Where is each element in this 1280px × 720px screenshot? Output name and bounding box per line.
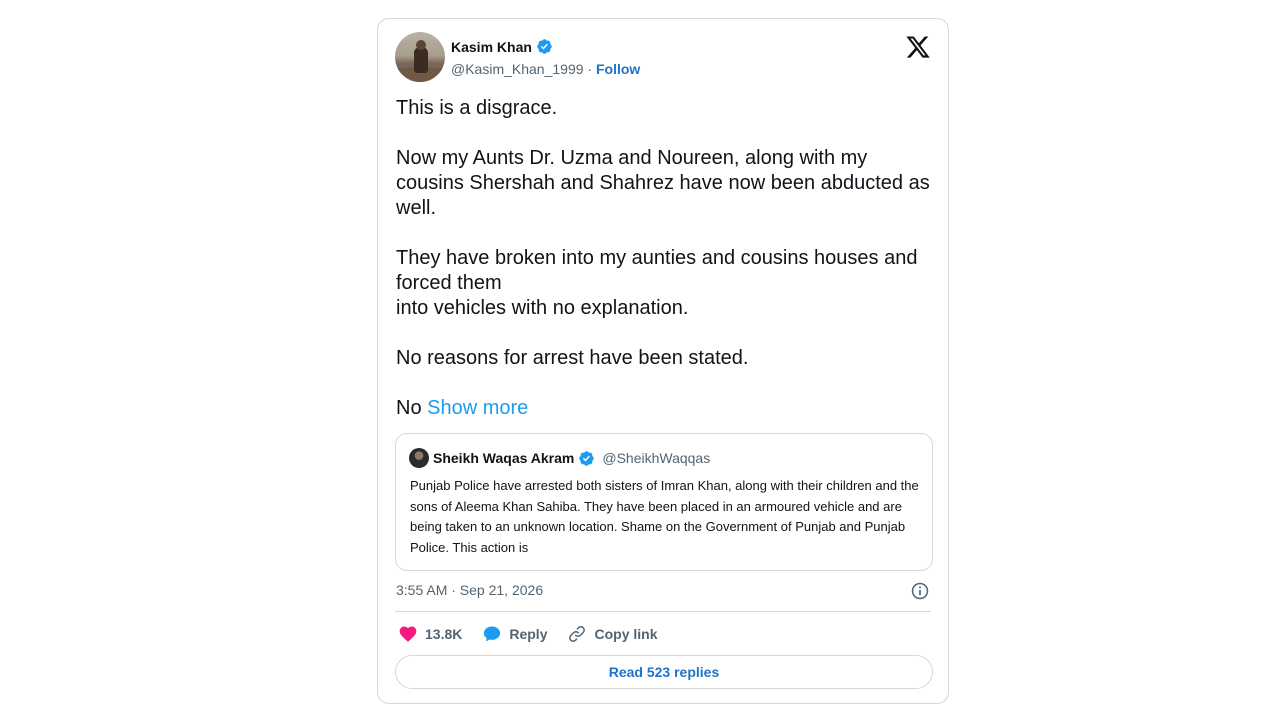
like-count: 13.8K: [425, 626, 463, 642]
author-handle[interactable]: @Kasim_Khan_1999: [451, 61, 584, 77]
author-handle-row: @Kasim_Khan_1999 · Follow: [451, 61, 640, 77]
reply-label: Reply: [509, 626, 548, 642]
tweet-paragraph: No reasons for arrest have been stated.: [396, 347, 749, 369]
quoted-author-handle: @SheikhWaqqas: [602, 450, 711, 466]
tweet-header: Kasim Khan @Kasim_Khan_1999 · Follow: [395, 32, 931, 84]
quoted-author-name: Sheikh Waqas Akram: [433, 450, 575, 466]
tweet-timestamp[interactable]: 3:55 AM · Sep 21, 2026: [396, 582, 543, 598]
follow-link[interactable]: Follow: [596, 61, 640, 77]
read-replies-button[interactable]: Read 523 replies: [395, 655, 933, 689]
tweet-paragraph-truncated: No Show more: [396, 396, 936, 421]
reply-bubble-icon: [484, 626, 501, 642]
info-icon[interactable]: [910, 581, 930, 601]
tweet-line: They have broken into my aunties and cou…: [396, 247, 918, 294]
quoted-tweet-text: Punjab Police have arrested both sisters…: [410, 478, 919, 555]
verified-badge-icon: [579, 450, 595, 466]
tweet-body: This is a disgrace. Now my Aunts Dr. Uzm…: [396, 96, 936, 421]
reply-button[interactable]: Reply: [482, 624, 547, 644]
truncated-text: No: [396, 397, 422, 419]
copy-link-label: Copy link: [594, 626, 658, 642]
tweet-paragraph: They have broken into my aunties and cou…: [396, 246, 936, 321]
tweet-paragraph: Now my Aunts Dr. Uzma and Noureen, along…: [396, 147, 930, 219]
copy-link-button[interactable]: Copy link: [567, 624, 658, 644]
show-more-link[interactable]: Show more: [427, 397, 528, 419]
author-avatar[interactable]: [395, 32, 445, 82]
tweet-actions: 13.8K Reply Copy link: [398, 623, 678, 645]
tweet-embed-card: Kasim Khan @Kasim_Khan_1999 · Follow Thi…: [377, 18, 949, 704]
tweet-paragraph: This is a disgrace.: [396, 97, 558, 119]
x-logo-icon[interactable]: [905, 34, 931, 60]
quoted-author-avatar: [409, 448, 429, 468]
divider: [395, 611, 931, 612]
author-name[interactable]: Kasim Khan: [451, 39, 532, 55]
tweet-line: into vehicles with no explanation.: [396, 297, 689, 319]
author-name-row: Kasim Khan: [451, 38, 553, 55]
handle-separator: ·: [587, 61, 593, 77]
like-button[interactable]: 13.8K: [398, 624, 462, 644]
quoted-tweet-header: Sheikh Waqas Akram @SheikhWaqqas: [409, 448, 710, 468]
quoted-tweet[interactable]: Sheikh Waqas Akram @SheikhWaqqas Punjab …: [395, 433, 933, 571]
verified-badge-icon: [537, 39, 552, 54]
heart-icon: [399, 626, 417, 642]
link-icon: [569, 626, 586, 642]
